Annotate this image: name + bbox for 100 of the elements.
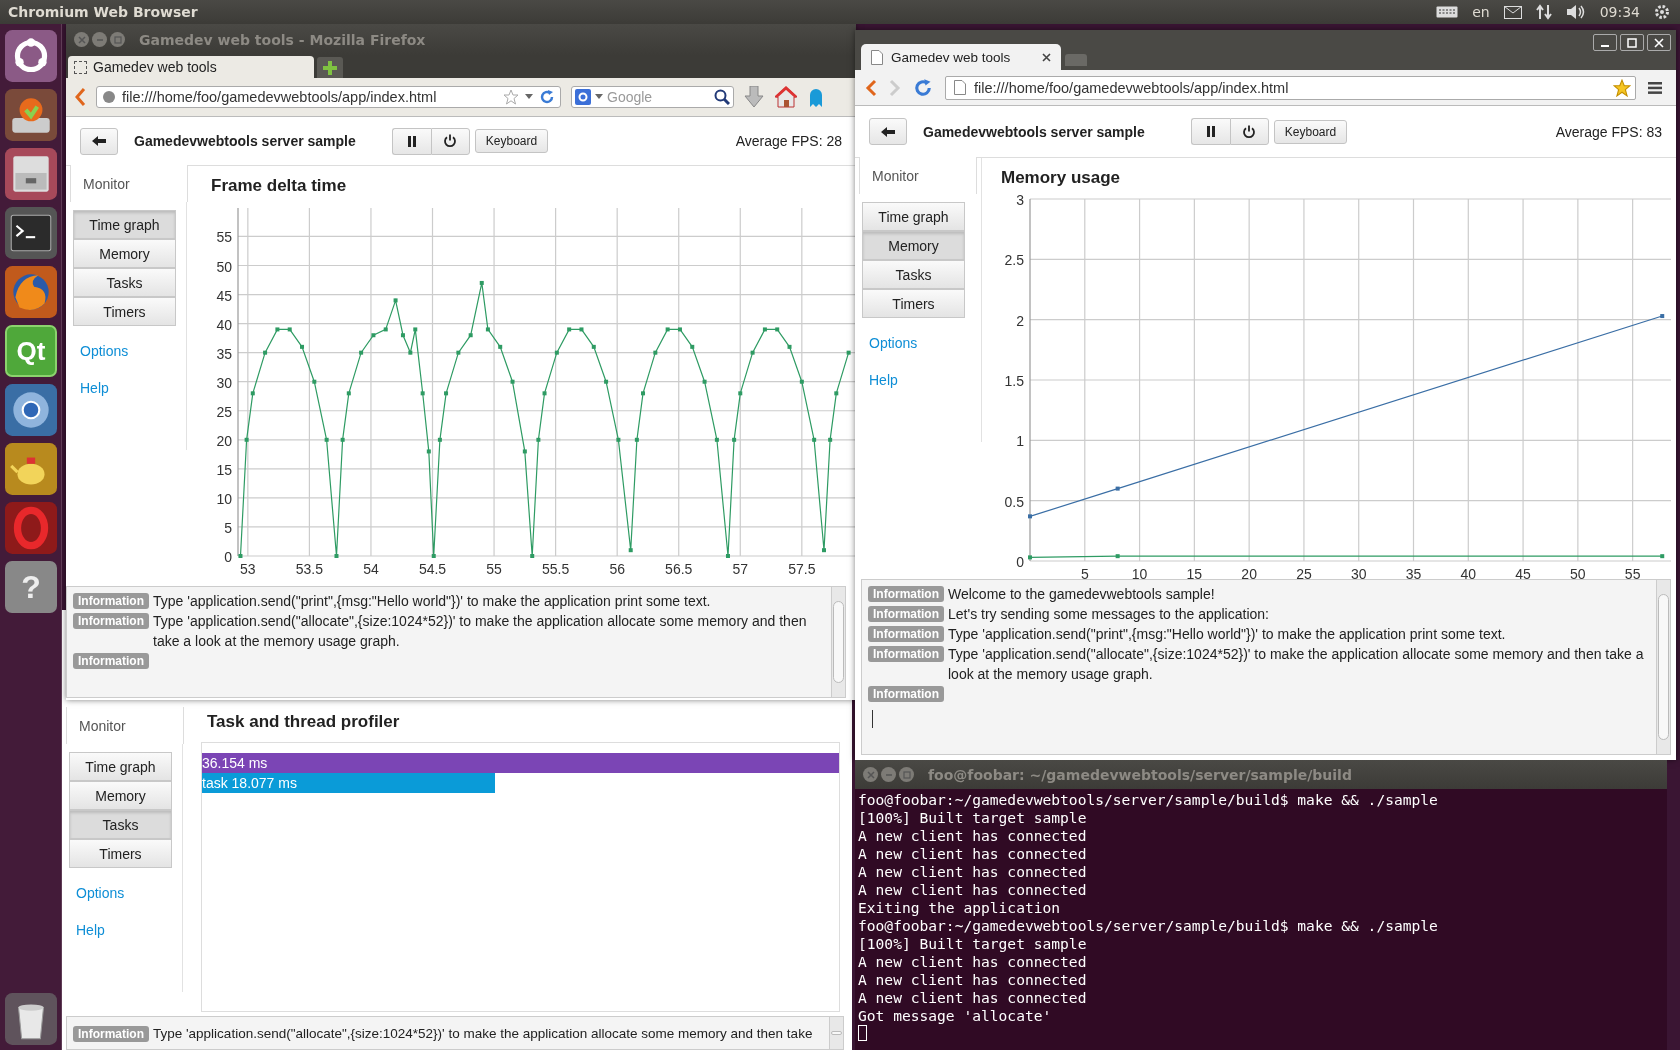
info-badge: Information xyxy=(73,1026,149,1042)
sidebar-link[interactable]: Help xyxy=(80,380,109,396)
maximize-button[interactable] xyxy=(899,767,914,782)
sidebar-item[interactable]: Timers xyxy=(73,297,176,326)
back-button[interactable] xyxy=(869,118,907,145)
data-point xyxy=(653,350,658,355)
sidebar-item[interactable]: Time graph xyxy=(862,202,965,231)
sidebar-link[interactable]: Help xyxy=(869,372,898,388)
sidebar-item[interactable]: Tasks xyxy=(69,810,172,839)
caret-icon[interactable] xyxy=(525,94,533,100)
sidebar-item[interactable]: Time graph xyxy=(73,210,176,239)
scrollbar[interactable] xyxy=(1656,580,1670,754)
minimize-icon xyxy=(1600,44,1610,47)
speaker-icon[interactable] xyxy=(1565,4,1586,20)
tick-label: 45 xyxy=(1515,566,1531,581)
caret-icon[interactable] xyxy=(595,94,603,100)
tick-label: 55 xyxy=(216,229,232,246)
keyboard-button[interactable]: Keyboard xyxy=(1273,119,1348,144)
sidebar-link[interactable]: Options xyxy=(80,343,129,359)
panel-title: Task and thread profiler xyxy=(207,712,401,732)
reload-icon[interactable] xyxy=(539,89,555,105)
sidebar-item[interactable]: Time graph xyxy=(69,752,172,781)
monitor-tab[interactable]: Monitor xyxy=(70,165,188,202)
menu-icon[interactable] xyxy=(1648,81,1662,94)
download-arrow-icon[interactable] xyxy=(744,86,764,108)
address-field[interactable]: file:///home/foo/gamedevwebtools/app/index.html xyxy=(96,86,561,108)
pause-button[interactable] xyxy=(391,127,431,155)
search-icon[interactable] xyxy=(714,89,730,105)
power-button[interactable] xyxy=(1229,118,1269,145)
up-down-arrows-icon[interactable] xyxy=(1535,4,1552,20)
page-icon xyxy=(954,80,966,95)
power-button[interactable] xyxy=(430,127,470,155)
data-point xyxy=(431,554,436,558)
data-point xyxy=(634,437,639,442)
data-point xyxy=(437,437,442,442)
envelope-icon[interactable] xyxy=(1503,5,1522,19)
data-point xyxy=(420,391,425,396)
search-field[interactable]: Google xyxy=(571,86,734,108)
info-badge: Information xyxy=(73,653,149,669)
data-point xyxy=(346,391,351,396)
close-button[interactable] xyxy=(1647,34,1671,51)
keyboard-button[interactable]: Keyboard xyxy=(474,129,549,153)
star-icon[interactable] xyxy=(1613,78,1631,97)
back-chevron-icon[interactable] xyxy=(865,77,877,98)
info-badge: Information xyxy=(868,586,944,602)
address-field[interactable]: file:///home/foo/gamedevwebtools/app/index.html xyxy=(945,75,1636,100)
sidebar-item[interactable]: Tasks xyxy=(73,268,176,297)
clock[interactable]: 09:34 xyxy=(1599,4,1640,20)
tick-label: 0 xyxy=(1016,554,1024,570)
scrollbar[interactable] xyxy=(831,587,845,697)
sidebar-link[interactable]: Options xyxy=(76,885,125,901)
maximize-button[interactable] xyxy=(1620,34,1644,51)
keyboard-icon[interactable] xyxy=(1436,6,1459,18)
home-icon[interactable] xyxy=(774,86,798,108)
sidebar-link[interactable]: Help xyxy=(76,922,105,938)
sidebar-item[interactable]: Memory xyxy=(862,231,965,260)
sidebar-item[interactable]: Tasks xyxy=(862,260,965,289)
browser-tab[interactable]: Gamedev web tools xyxy=(68,56,314,78)
search-engine-icon xyxy=(575,89,591,105)
ghost-icon[interactable] xyxy=(808,87,824,107)
drive-icon xyxy=(5,89,57,141)
monitor-tab[interactable]: Monitor xyxy=(859,157,977,194)
data-point xyxy=(762,327,767,332)
data-point xyxy=(812,437,817,442)
terminal-line: foo@foobar:~/gamedevwebtools/server/sample/build$ make && ./sample xyxy=(858,917,1438,935)
app-name: Chromium Web Browser xyxy=(8,4,198,20)
minimize-button[interactable] xyxy=(1593,34,1617,51)
maximize-button[interactable] xyxy=(110,32,125,47)
back-button[interactable] xyxy=(80,127,118,155)
task-bar: task 18.077 ms xyxy=(202,773,495,793)
tick-label: 55 xyxy=(486,561,502,576)
data-point xyxy=(334,554,339,558)
task-bar: 36.154 ms xyxy=(202,753,839,773)
scrollbar[interactable] xyxy=(829,1017,843,1049)
tick-label: 57 xyxy=(732,561,749,576)
data-point xyxy=(787,344,792,349)
pause-button[interactable] xyxy=(1190,118,1230,145)
tick-label: 2.5 xyxy=(1004,252,1024,269)
language-indicator[interactable]: en xyxy=(1472,4,1490,20)
sidebar-item[interactable]: Memory xyxy=(73,239,176,268)
log-message: Let's try sending some messages to the application: xyxy=(948,605,1270,624)
tick-label: 15 xyxy=(216,461,232,478)
tick-label: 54.5 xyxy=(418,561,447,576)
gear-icon[interactable] xyxy=(1654,4,1670,20)
star-icon[interactable] xyxy=(503,89,519,105)
monitor-tab[interactable]: Monitor xyxy=(66,707,184,744)
back-chevron-icon[interactable] xyxy=(74,87,86,107)
new-tab-button[interactable] xyxy=(317,57,343,78)
browser-tab[interactable]: Gamedev web tools xyxy=(861,44,1061,70)
sidebar-item[interactable]: Memory xyxy=(69,781,172,810)
data-point xyxy=(1660,554,1665,559)
sidebar-item[interactable]: Timers xyxy=(862,289,965,318)
tick-label: 54 xyxy=(363,561,379,576)
data-point xyxy=(677,327,682,332)
close-icon[interactable] xyxy=(1042,52,1051,62)
sidebar-link[interactable]: Options xyxy=(869,335,918,351)
reload-icon[interactable] xyxy=(913,77,933,98)
data-point xyxy=(665,327,670,332)
sidebar-item[interactable]: Timers xyxy=(69,839,172,868)
data-point xyxy=(456,350,461,355)
